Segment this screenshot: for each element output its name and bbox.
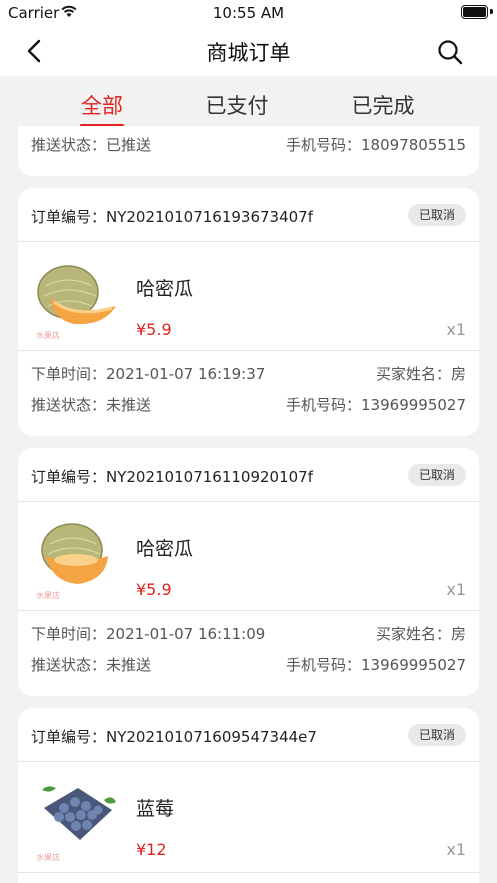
order-number: 订单编号：NY2021010716193673407f [31, 208, 313, 226]
phone-number: 手机号码：13969995027 [286, 656, 466, 674]
product-quantity: x1 [446, 320, 466, 339]
buyer-name: 买家姓名：房 [375, 365, 466, 383]
battery-cap [490, 9, 493, 14]
order-card-header: 订单编号：NY2021010716110920107f 已取消 [18, 448, 479, 502]
product-quantity: x1 [446, 840, 466, 859]
order-card-header: 订单编号：NY2021010716193673407f 已取消 [18, 188, 479, 242]
melon-image [41, 523, 108, 584]
push-status: 推送状态：未推送 [31, 656, 152, 674]
watermark: 水果店 [36, 331, 60, 340]
watermark: 水果店 [36, 853, 60, 862]
blueberry-image [42, 786, 116, 840]
order-card[interactable]: 订单编号：NY202101071609547344e7 已取消 水果店 蓝莓 ¥… [18, 708, 479, 883]
divider [18, 872, 479, 873]
order-card[interactable]: 订单编号：NY2021010716193673407f 已取消 水果店 哈密瓜 … [18, 188, 479, 436]
clock: 10:55 AM [212, 4, 285, 22]
tab-all[interactable]: 全部 [42, 90, 162, 120]
status-badge: 已取消 [407, 464, 466, 486]
push-status: 推送状态：未推送 [31, 396, 152, 414]
watermark: 水果店 [36, 591, 60, 600]
product-name: 哈密瓜 [136, 278, 194, 300]
order-time: 下单时间：2021-01-07 16:11:09 [31, 625, 266, 643]
product-name: 蓝莓 [136, 798, 175, 820]
product-price: ¥5.9 [136, 580, 172, 599]
order-number: 订单编号：NY2021010716110920107f [31, 468, 313, 486]
divider [18, 350, 479, 351]
melon-image [37, 265, 116, 325]
order-number: 订单编号：NY202101071609547344e7 [31, 728, 317, 746]
product-price: ¥5.9 [136, 320, 172, 339]
battery-icon [461, 5, 488, 19]
order-card[interactable]: 订单编号：NY2021010716110920107f 已取消 水果店 哈密瓜 … [18, 448, 479, 696]
push-status: 推送状态：已推送 [31, 136, 152, 154]
status-badge: 已取消 [407, 724, 466, 746]
tab-completed[interactable]: 已完成 [323, 90, 443, 120]
nav-bar: 商城订单 [0, 26, 497, 76]
buyer-name: 买家姓名：房 [375, 625, 466, 643]
order-time: 下单时间：2021-01-07 16:19:37 [31, 365, 266, 383]
order-card-partial[interactable]: 推送状态：已推送 手机号码：18097805515 [18, 126, 479, 176]
page-title: 商城订单 [206, 41, 291, 65]
product-price: ¥12 [136, 840, 167, 859]
order-tabs: 全部 已支付 已完成 [0, 76, 497, 130]
divider [18, 610, 479, 611]
search-icon[interactable] [437, 39, 463, 65]
status-bar: Carrier 10:55 AM [0, 0, 497, 26]
product-name: 哈密瓜 [136, 538, 194, 560]
phone-number: 手机号码：13969995027 [286, 396, 466, 414]
phone-number: 手机号码：18097805515 [286, 136, 466, 154]
order-card-header: 订单编号：NY202101071609547344e7 已取消 [18, 708, 479, 762]
product-quantity: x1 [446, 580, 466, 599]
status-badge: 已取消 [407, 204, 466, 226]
tab-paid[interactable]: 已支付 [177, 90, 297, 120]
